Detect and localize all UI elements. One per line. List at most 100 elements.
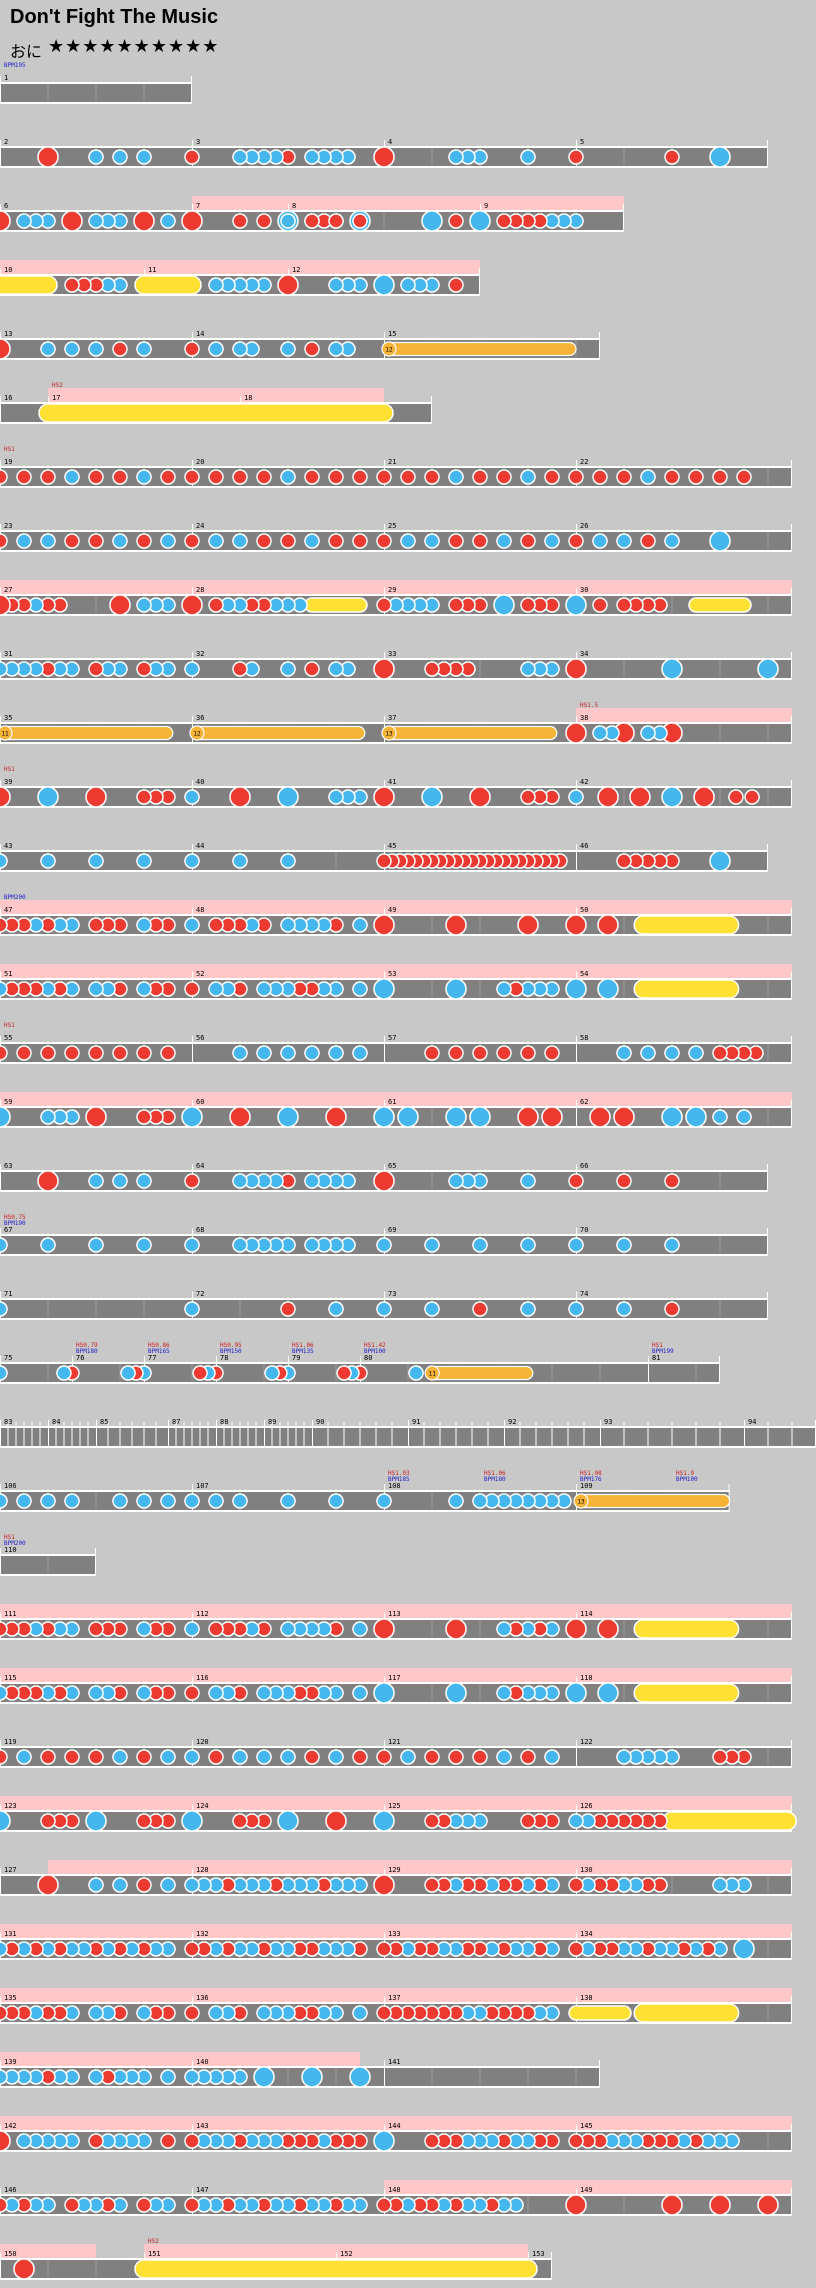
ka-note <box>184 1237 200 1253</box>
don-note <box>640 533 656 549</box>
ka-note <box>88 2069 104 2085</box>
big-ka-note <box>445 1682 467 1704</box>
don-note <box>184 2133 200 2149</box>
don-note <box>472 1749 488 1765</box>
measure-number: 152 <box>340 2250 353 2258</box>
don-note <box>304 341 320 357</box>
measure-number: 113 <box>388 1610 401 1618</box>
don-note <box>136 533 152 549</box>
don-note <box>256 533 272 549</box>
don-note <box>616 1173 632 1189</box>
ka-note <box>0 981 8 997</box>
big-don-note <box>133 210 155 232</box>
big-ka-note <box>301 2066 323 2088</box>
big-don-note <box>277 274 299 296</box>
measure-number: 33 <box>388 650 396 658</box>
big-don-note <box>757 2194 779 2216</box>
ka-note <box>160 1493 176 1509</box>
scroll-speed-label: HS1 <box>4 766 15 773</box>
measure-number: 121 <box>388 1738 401 1746</box>
measure-number: 139 <box>4 2058 17 2066</box>
big-don-note <box>565 1618 587 1640</box>
don-note <box>184 1941 200 1957</box>
ka-note <box>208 533 224 549</box>
measure-number: 153 <box>532 2250 545 2258</box>
big-drumroll-note <box>633 2003 740 2023</box>
ka-note <box>232 1237 248 1253</box>
measure-number: 118 <box>580 1674 593 1682</box>
chart-row-15: 55 56 57 58 HS1 <box>0 1022 792 1064</box>
big-don-note <box>589 1106 611 1128</box>
big-ka-note <box>373 1682 395 1704</box>
chart-row-11: 39 40 41 42 HS1 <box>0 766 792 808</box>
bpm-label: BPM150 <box>220 1348 242 1355</box>
ka-note <box>568 1301 584 1317</box>
ka-note <box>544 1749 560 1765</box>
scroll-speed-label: HS2 <box>52 382 63 389</box>
don-note <box>0 533 8 549</box>
measure-number: 58 <box>580 1034 588 1042</box>
big-ka-note <box>469 210 491 232</box>
don-note <box>568 1941 584 1957</box>
measure-number: 41 <box>388 778 396 786</box>
big-ka-note <box>373 978 395 1000</box>
balloon-note <box>575 1493 731 1509</box>
big-don-note <box>373 658 395 680</box>
don-note <box>64 277 80 293</box>
measure-number: 26 <box>580 522 588 530</box>
big-ka-note <box>373 274 395 296</box>
don-note <box>112 1045 128 1061</box>
don-note <box>304 469 320 485</box>
ka-note <box>592 725 608 741</box>
big-don-note <box>597 1618 619 1640</box>
don-note <box>520 597 536 613</box>
ka-note <box>56 1365 72 1381</box>
ka-note <box>280 1621 296 1637</box>
ka-note <box>400 533 416 549</box>
don-note <box>496 469 512 485</box>
measure-number: 141 <box>388 2058 401 2066</box>
ka-note <box>0 1365 8 1381</box>
measure-number: 16 <box>4 394 12 402</box>
ka-note <box>184 661 200 677</box>
measure-number: 37 <box>388 714 396 722</box>
ka-note <box>496 1621 512 1637</box>
measure-number: 114 <box>580 1610 593 1618</box>
measure-number: 22 <box>580 458 588 466</box>
don-note <box>424 469 440 485</box>
measure-number: 77 <box>148 1354 156 1362</box>
gogo-band <box>48 1860 792 1874</box>
measure-number: 117 <box>388 1674 401 1682</box>
ka-note <box>472 1493 488 1509</box>
big-don-note <box>61 210 83 232</box>
measure-number: 87 <box>172 1418 180 1426</box>
measure-number: 151 <box>148 2250 161 2258</box>
don-note <box>208 1749 224 1765</box>
measure-number: 6 <box>4 202 8 210</box>
measure-number: 123 <box>4 1802 17 1810</box>
measure-number: 80 <box>364 1354 372 1362</box>
don-note <box>256 213 272 229</box>
don-note <box>40 1045 56 1061</box>
scroll-speed-label: HS1 <box>4 446 15 453</box>
bpm-label: BPM195 <box>4 62 26 69</box>
measure-number: 144 <box>388 2122 401 2130</box>
ka-note <box>448 1173 464 1189</box>
ka-note <box>184 2069 200 2085</box>
don-note <box>424 2133 440 2149</box>
don-note <box>376 597 392 613</box>
don-note <box>16 1045 32 1061</box>
big-don-note <box>541 1106 563 1128</box>
ka-note <box>88 1173 104 1189</box>
don-note <box>376 1749 392 1765</box>
don-note <box>136 789 152 805</box>
ka-note <box>496 1685 512 1701</box>
ka-note <box>0 1941 8 1957</box>
don-note <box>88 1749 104 1765</box>
don-note <box>328 213 344 229</box>
don-note <box>352 469 368 485</box>
don-note <box>16 469 32 485</box>
ka-note <box>112 149 128 165</box>
ka-note <box>400 1749 416 1765</box>
big-don-note <box>373 1618 395 1640</box>
